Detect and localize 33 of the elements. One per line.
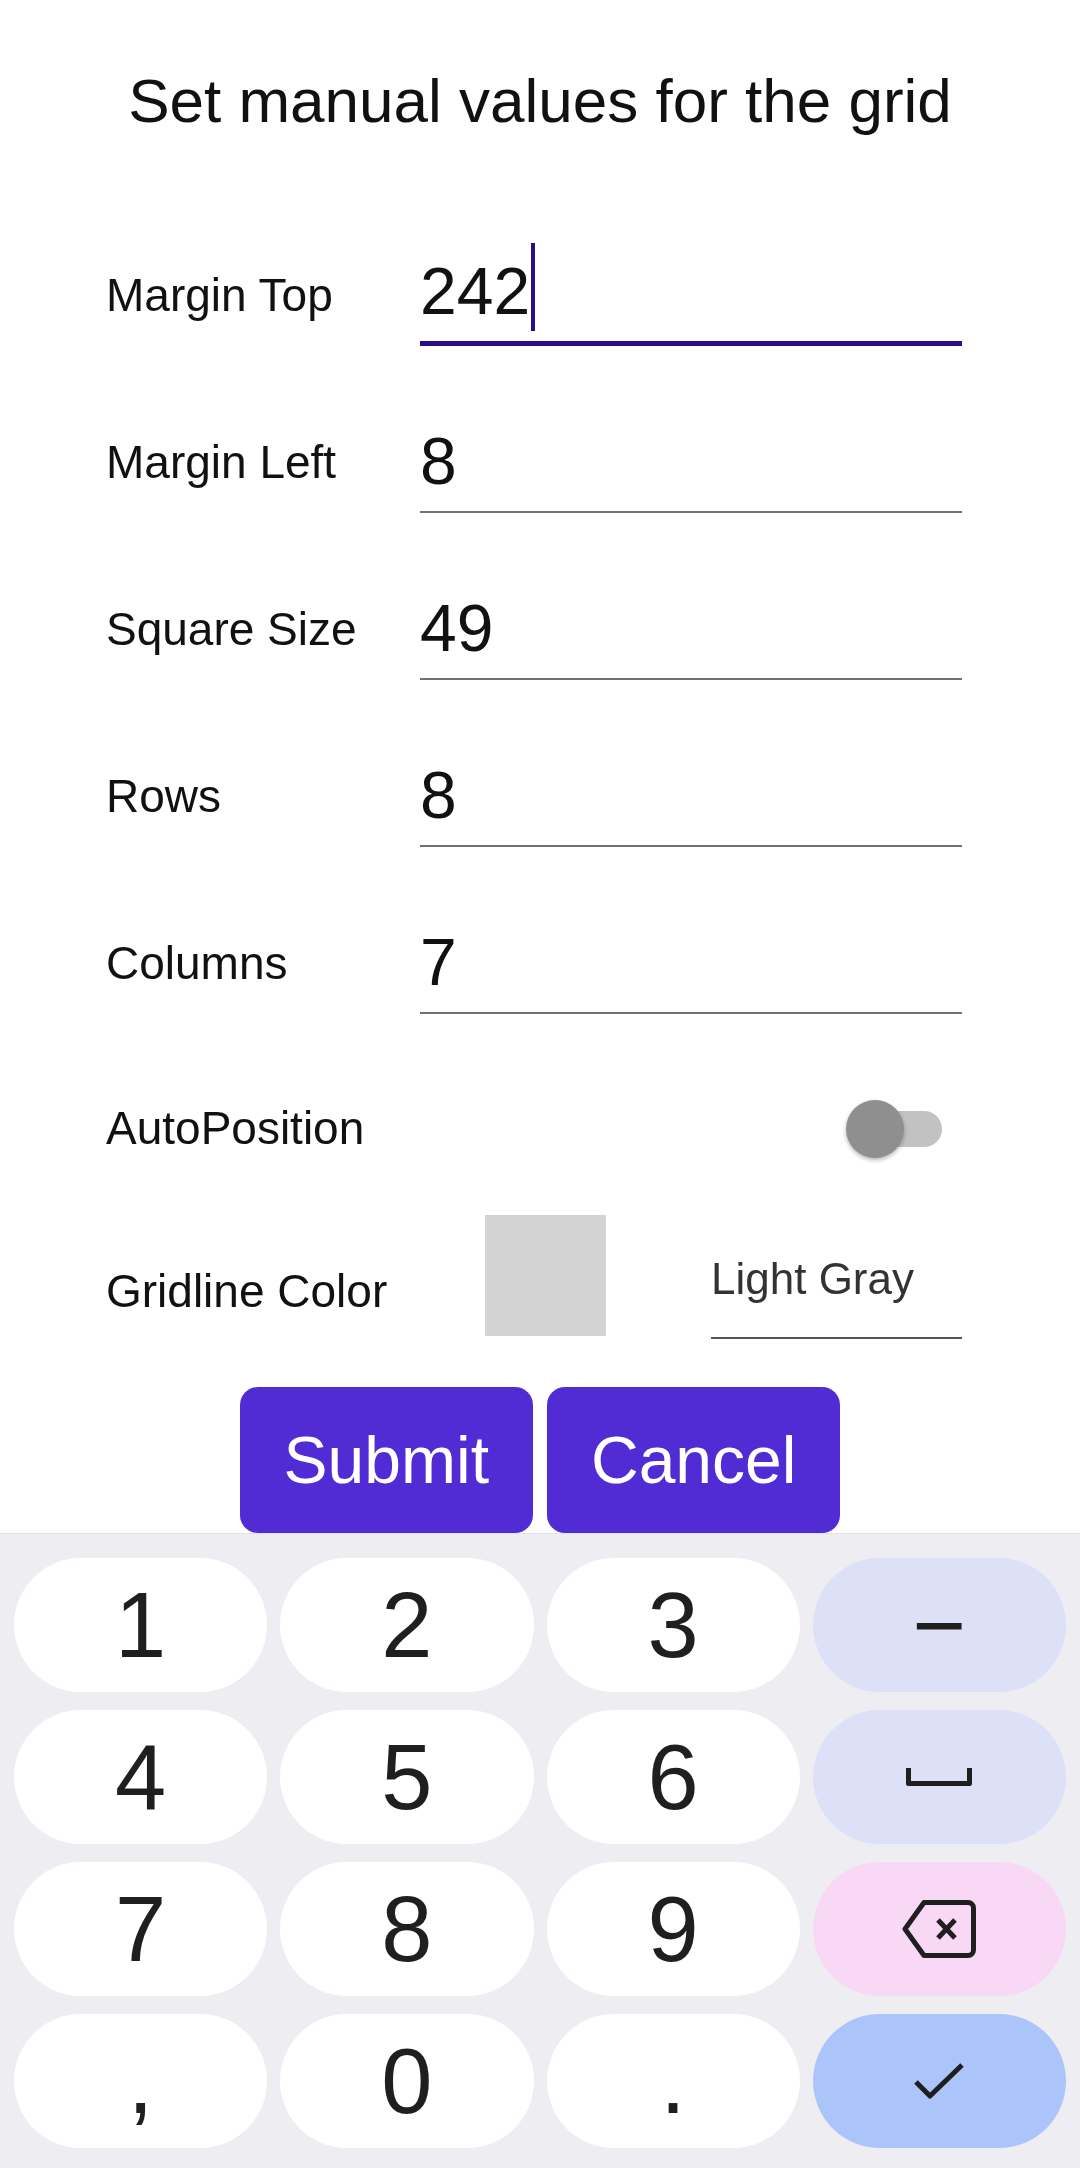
field-label: Margin Left	[106, 435, 338, 491]
input-field[interactable]: 242	[420, 246, 962, 346]
keyboard-key[interactable]: 4	[14, 1710, 268, 1844]
field-label: Rows	[106, 769, 223, 825]
dialog-button[interactable]: Cancel	[547, 1387, 841, 1533]
input-field[interactable]: 49	[420, 580, 962, 680]
toggle-label: AutoPosition	[106, 1101, 365, 1157]
space-icon	[906, 1768, 973, 1786]
field-label: Gridline Color	[106, 1263, 389, 1319]
field-label: Margin Top	[106, 268, 334, 324]
dialog-button[interactable]: Submit	[239, 1387, 533, 1533]
keyboard-key[interactable]: ,	[14, 2014, 268, 2148]
keyboard-key[interactable]: 0	[280, 2014, 534, 2148]
keyboard-key[interactable]: 3	[546, 1558, 800, 1692]
keyboard-key[interactable]: 5	[280, 1710, 534, 1844]
keyboard-key[interactable]: 8	[280, 1862, 534, 1996]
keyboard-key[interactable]: 6	[546, 1710, 800, 1844]
check-icon	[913, 2062, 966, 2100]
keyboard-key[interactable]: .	[546, 2014, 800, 2148]
field-label: Square Size	[106, 602, 358, 658]
keyboard-key[interactable]: −	[812, 1558, 1066, 1692]
input-field[interactable]: 8	[420, 413, 962, 513]
keyboard-key[interactable]: 1	[14, 1558, 268, 1692]
input-field[interactable]: 8	[420, 747, 962, 847]
keyboard-key[interactable]: 7	[14, 1862, 268, 1996]
keyboard-key[interactable]: 2	[280, 1558, 534, 1692]
input-field[interactable]: 7	[420, 914, 962, 1014]
toggle-switch[interactable]	[846, 1100, 942, 1158]
field-label: Columns	[106, 936, 289, 992]
backspace-icon	[902, 1900, 977, 1958]
dialog-title: Set manual values for the grid	[127, 65, 953, 137]
keyboard-key[interactable]: 9	[546, 1862, 800, 1996]
color-picker-field[interactable]: Light Gray	[711, 1252, 962, 1339]
